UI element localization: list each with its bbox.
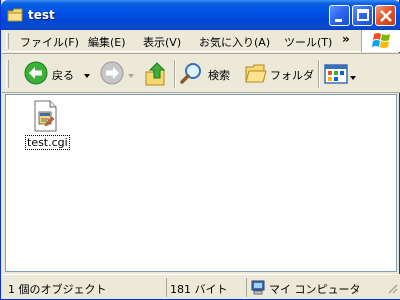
resize-grip-icon[interactable] [386,282,398,297]
search-button[interactable]: 検索 [180,61,238,87]
menu-grip[interactable] [6,33,9,49]
up-folder-icon [144,62,170,91]
folder-icon [7,8,23,22]
status-size: 181 バイト [166,278,246,297]
cgi-file-icon [30,100,60,132]
back-dropdown-arrow-icon[interactable] [84,69,91,82]
windows-logo [361,30,400,52]
explorer-window: test ファイル(F) 編集(E) 表示(V) お気に入り(A) ツール(T)… [0,0,400,300]
status-location: マイ コンピュータ [246,278,386,297]
folders-icon [244,61,268,88]
menu-file[interactable]: ファイル(F) [20,34,79,50]
search-icon [180,61,204,88]
file-name[interactable]: test.cgi [25,135,70,150]
forward-dropdown-arrow-icon[interactable] [128,69,135,82]
status-object-count: 1 個のオブジェクト [8,283,107,296]
folders-label: フォルダ [270,69,314,82]
back-arrow-icon [24,61,48,88]
toolbar-separator [318,60,320,88]
menu-edit[interactable]: 編集(E) [88,34,126,50]
toolbar-grip[interactable] [6,60,9,88]
window-title: test [28,8,55,22]
status-bar: 1 個のオブジェクト 181 バイト マイ コンピュータ [2,274,400,299]
up-folder-button[interactable] [144,60,170,88]
toolbar-separator [174,60,176,88]
my-computer-icon [250,280,266,298]
back-button[interactable]: 戻る [24,61,100,87]
search-label: 検索 [208,69,230,82]
views-button[interactable] [324,63,358,85]
file-list-pane[interactable]: test.cgi [5,94,397,272]
maximize-button[interactable] [352,5,373,26]
folders-button[interactable]: フォルダ [244,61,314,87]
menu-overflow-chevron[interactable]: » [342,32,350,46]
standard-toolbar: 戻る 検索 フォルダ [2,53,400,93]
status-location-label: マイ コンピュータ [269,283,361,296]
menu-view[interactable]: 表示(V) [143,34,181,50]
title-bar[interactable]: test [1,0,400,30]
menu-tools[interactable]: ツール(T) [284,34,332,50]
menu-favorites[interactable]: お気に入り(A) [199,34,270,50]
menu-bar: ファイル(F) 編集(E) 表示(V) お気に入り(A) ツール(T) » [2,30,400,52]
forward-arrow-icon [100,61,124,88]
forward-button[interactable] [100,61,136,87]
minimize-button[interactable] [329,5,350,26]
views-icon [324,63,348,88]
back-label: 戻る [52,69,74,82]
views-dropdown-arrow-icon[interactable] [350,71,357,84]
close-button[interactable] [375,5,396,26]
